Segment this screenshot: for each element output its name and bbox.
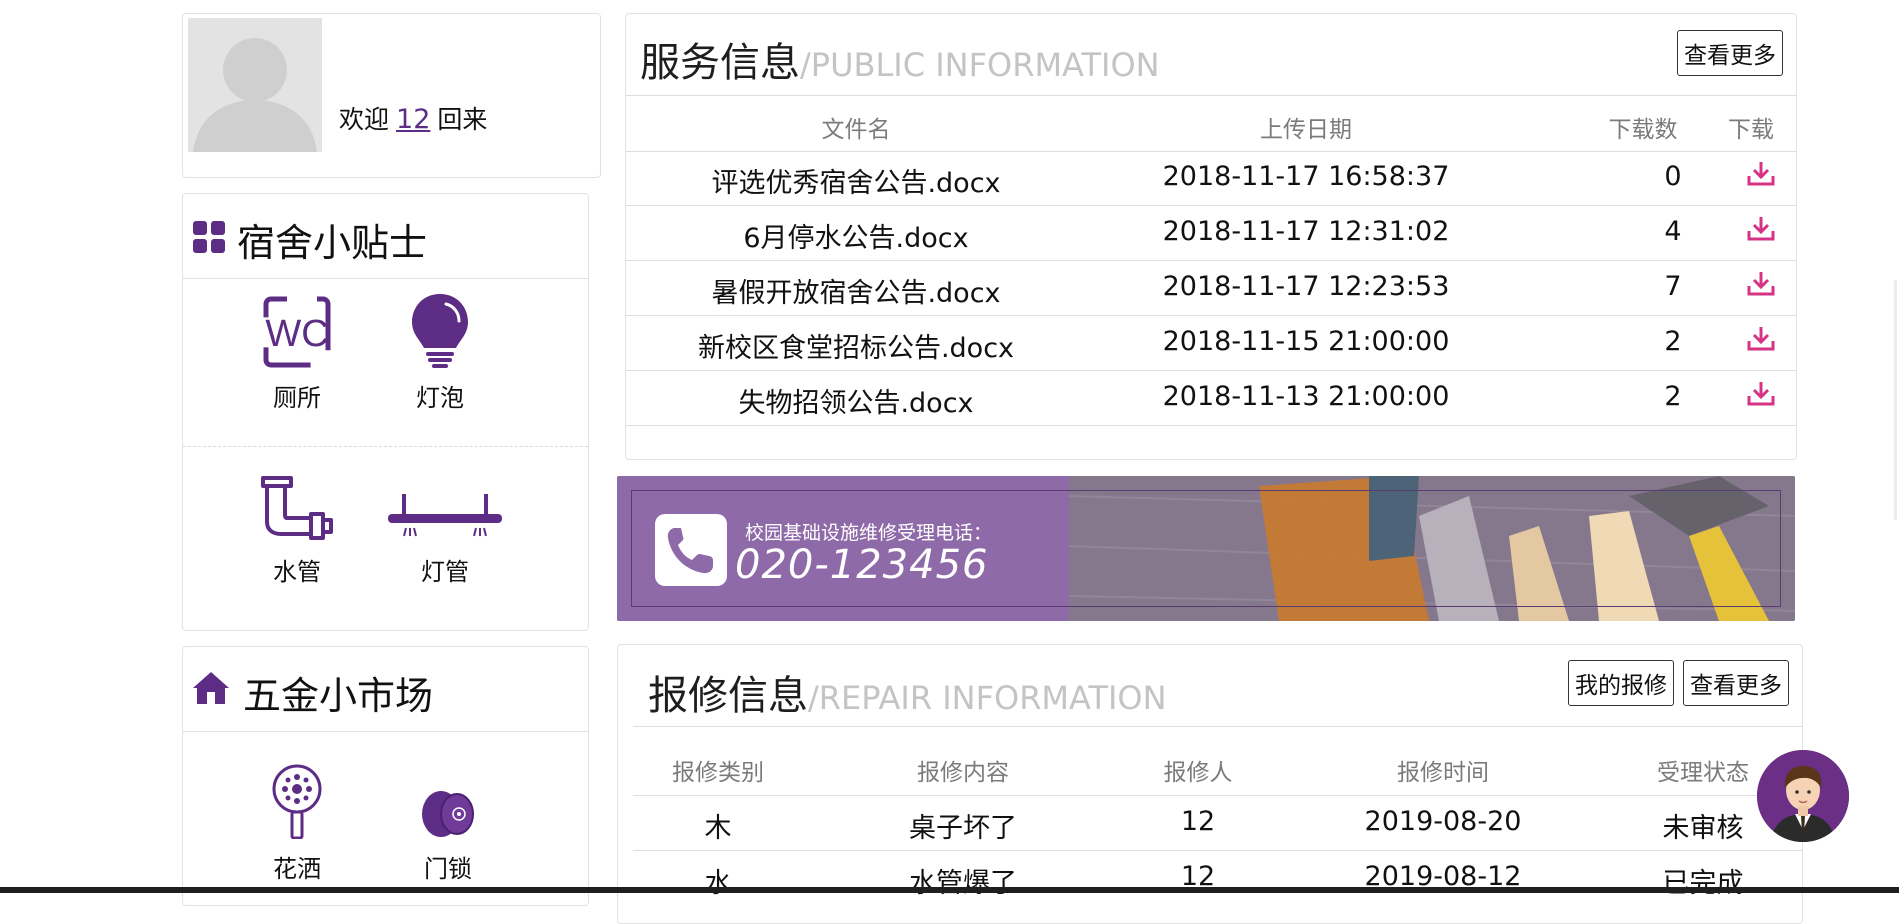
repair-category: 木 <box>704 813 732 844</box>
svg-text:WC: WC <box>265 313 328 355</box>
tube-light-icon <box>380 394 510 542</box>
column-header-category: 报修类别 <box>672 760 764 786</box>
repair-info-more-button[interactable]: 查看更多 <box>1683 660 1789 706</box>
tip-item-toilet[interactable]: WC 厕所 <box>232 210 362 413</box>
column-header-download: 下载 <box>1728 117 1774 143</box>
bottom-edge <box>0 887 1899 893</box>
file-name[interactable]: 评选优秀宿舍公告.docx <box>656 161 1056 200</box>
phone-icon <box>655 514 727 586</box>
banner-caption: 校园基础设施维修受理电话： <box>745 522 993 544</box>
repair-info-subtitle: /REPAIR INFORMATION <box>808 679 1167 717</box>
public-info-subtitle: /PUBLIC INFORMATION <box>800 46 1160 84</box>
welcome-prefix: 欢迎 <box>339 105 390 134</box>
column-header-content: 报修内容 <box>917 760 1009 786</box>
public-info-more-button[interactable]: 查看更多 <box>1677 30 1783 76</box>
repair-content: 桌子坏了 <box>909 813 1017 844</box>
divider <box>633 850 1802 851</box>
hardware-market-panel: 五金小市场 花洒 门锁 <box>182 646 589 906</box>
hardware-market-title: 五金小市场 <box>243 674 434 718</box>
door-lock-icon <box>383 755 513 839</box>
column-header-download-count-text: 下载数 <box>1608 117 1678 143</box>
divider <box>626 425 1796 426</box>
download-icon[interactable] <box>1726 215 1796 248</box>
download-count: 2 <box>1664 381 1682 412</box>
market-item-label: 门锁 <box>424 855 472 883</box>
divider <box>626 205 1796 206</box>
profile-card: 欢迎 12 回来 <box>182 13 601 178</box>
divider <box>626 315 1796 316</box>
tip-item-tube[interactable]: 灯管 <box>380 394 510 587</box>
market-item-label: 花洒 <box>273 855 321 883</box>
repair-category: 水 <box>704 868 732 899</box>
download-icon[interactable] <box>1726 160 1796 193</box>
public-info-heading: 服务信息/PUBLIC INFORMATION <box>640 30 1160 88</box>
market-item-lock[interactable]: 门锁 <box>383 755 513 884</box>
download-icon[interactable] <box>1726 270 1796 303</box>
divider <box>626 260 1796 261</box>
repair-hotline-banner[interactable]: 校园基础设施维修受理电话： 020-123456 <box>617 476 1795 621</box>
file-name[interactable]: 暑假开放宿舍公告.docx <box>656 271 1056 310</box>
divider <box>633 795 1802 796</box>
repair-info-title: 报修信息 <box>648 673 808 719</box>
repair-info-heading: 报修信息/REPAIR INFORMATION <box>648 663 1167 721</box>
tip-item-pipe[interactable]: 水管 <box>232 394 362 587</box>
upload-date: 2018-11-13 21:00:00 <box>1162 381 1450 412</box>
divider <box>626 370 1796 371</box>
column-header-filename: 文件名 <box>821 117 891 143</box>
wc-icon: WC <box>232 210 362 368</box>
dorm-tips-panel: 宿舍小贴士 WC 厕所 灯泡 水管 灯管 <box>182 193 589 631</box>
upload-date: 2018-11-17 12:23:53 <box>1162 271 1450 302</box>
download-icon[interactable] <box>1726 325 1796 358</box>
scrollbar[interactable] <box>1894 280 1897 520</box>
upload-date: 2018-11-17 12:31:02 <box>1162 216 1450 247</box>
water-pipe-icon <box>232 394 362 542</box>
divider <box>183 731 588 732</box>
column-header-person: 报修人 <box>1163 760 1233 786</box>
tip-item-label: 灯管 <box>421 558 469 586</box>
grid-icon <box>193 218 225 262</box>
upload-date: 2018-11-17 16:58:37 <box>1162 161 1450 192</box>
column-header-time: 报修时间 <box>1397 760 1489 786</box>
my-repairs-button[interactable]: 我的报修 <box>1568 660 1674 706</box>
public-info-title: 服务信息 <box>640 40 800 86</box>
divider <box>626 151 1796 152</box>
repair-info-panel: 报修信息/REPAIR INFORMATION 我的报修 查看更多 报修类别 报… <box>617 644 1803 924</box>
download-icon[interactable] <box>1726 380 1796 413</box>
public-info-panel: 服务信息/PUBLIC INFORMATION 查看更多 文件名 上传日期 下载… <box>625 13 1797 460</box>
market-item-shower[interactable]: 花洒 <box>232 755 362 884</box>
file-name[interactable]: 新校区食堂招标公告.docx <box>656 326 1056 365</box>
repair-time: 2019-08-20 <box>1364 806 1522 837</box>
download-count: 2 <box>1664 326 1682 357</box>
tip-item-label: 水管 <box>273 558 321 586</box>
customer-service-avatar[interactable] <box>1757 750 1849 842</box>
shower-head-icon <box>232 755 362 839</box>
download-count: 0 <box>1664 161 1682 192</box>
hardware-market-heading: 五金小市场 <box>191 665 433 720</box>
download-count: 4 <box>1664 216 1682 247</box>
user-avatar <box>188 18 322 152</box>
divider <box>626 95 1796 96</box>
home-icon <box>191 670 231 715</box>
banner-phone-number: 020-123456 <box>735 542 989 588</box>
username-link[interactable]: 12 <box>396 104 430 135</box>
column-header-upload-date: 上传日期 <box>1260 117 1352 143</box>
tip-item-bulb[interactable]: 灯泡 <box>375 210 505 413</box>
file-name[interactable]: 失物招领公告.docx <box>656 381 1056 420</box>
repair-person: 12 <box>1180 806 1216 837</box>
welcome-message: 欢迎 12 回来 <box>339 100 487 136</box>
divider <box>633 726 1802 727</box>
light-bulb-icon <box>375 210 505 368</box>
welcome-suffix: 回来 <box>437 105 488 134</box>
file-name[interactable]: 6月停水公告.docx <box>656 216 1056 255</box>
download-count: 7 <box>1664 271 1682 302</box>
repair-status: 已完成 <box>1662 868 1744 899</box>
upload-date: 2018-11-15 21:00:00 <box>1162 326 1450 357</box>
repair-content: 水管爆了 <box>909 868 1017 899</box>
